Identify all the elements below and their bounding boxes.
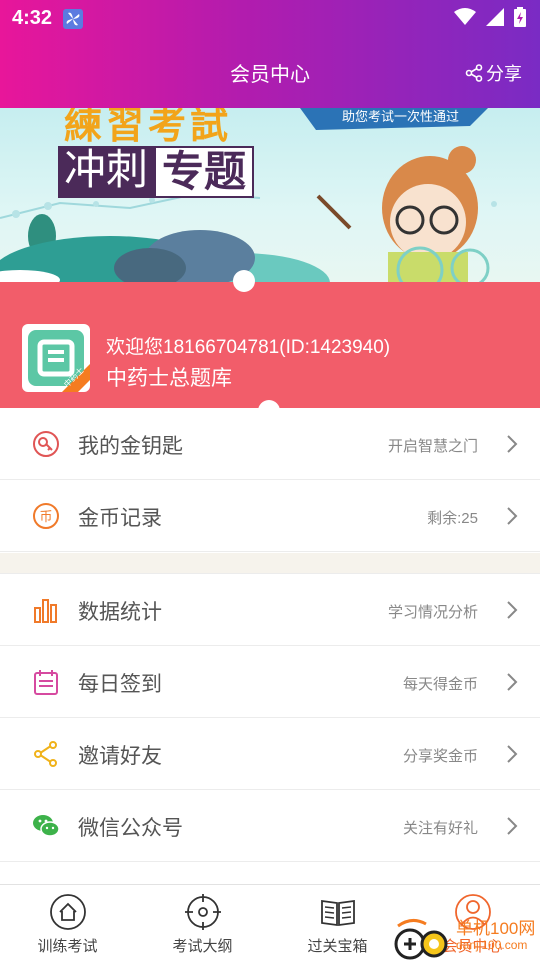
menu-item-golden-key[interactable]: 我的金钥匙 开启智慧之门 bbox=[0, 408, 540, 480]
menu-hint: 剩余:25 bbox=[427, 510, 478, 527]
menu-hint: 分享奖金币 bbox=[402, 748, 478, 765]
tab-label: 过关宝箱 bbox=[307, 938, 368, 955]
wifi-icon bbox=[454, 8, 476, 25]
tab-exam-outline[interactable]: 考试大纲 bbox=[135, 885, 270, 960]
chevron-right-icon bbox=[507, 601, 518, 619]
menu-item-wechat-account[interactable]: 微信公众号 关注有好礼 bbox=[0, 790, 540, 862]
book-icon bbox=[321, 899, 355, 927]
page-title: 会员中心 bbox=[230, 64, 310, 86]
battery-icon bbox=[514, 7, 526, 27]
menu-item-daily-checkin[interactable]: 每日签到 每天得金币 bbox=[0, 646, 540, 718]
banner-tagline: 助您考试一次性通过 bbox=[342, 109, 460, 124]
fan-icon bbox=[63, 9, 83, 29]
status-time: 4:32 bbox=[12, 7, 53, 29]
menu-label: 我的金钥匙 bbox=[78, 435, 183, 458]
menu-group-wallet: 我的金钥匙 开启智慧之门 币 金币记录 剩余:25 bbox=[0, 408, 540, 552]
menu-label: 微信公众号 bbox=[78, 817, 183, 840]
signal-icon bbox=[486, 8, 504, 26]
menu-hint: 学习情况分析 bbox=[387, 604, 478, 621]
share-label: 分享 bbox=[486, 64, 522, 84]
question-bank-name: 中药士总题库 bbox=[106, 367, 232, 390]
menu-label: 每日签到 bbox=[78, 673, 162, 696]
menu-item-statistics[interactable]: 数据统计 学习情况分析 bbox=[0, 574, 540, 646]
target-icon bbox=[185, 894, 221, 930]
menu-group-tools: 数据统计 学习情况分析 每日签到 每天得金币 邀请好友 分享奖金币 微信公众号 bbox=[0, 573, 540, 862]
banner-headline: 冲刺 专题 bbox=[58, 146, 255, 198]
chevron-right-icon bbox=[507, 435, 518, 453]
menu-label: 金币记录 bbox=[78, 507, 162, 530]
share-icon bbox=[34, 741, 57, 767]
menu-item-coin-record[interactable]: 币 金币记录 剩余:25 bbox=[0, 480, 540, 552]
bar-chart-icon bbox=[34, 599, 57, 623]
share-button[interactable]: 分享 bbox=[465, 60, 522, 86]
tab-label: 考试大纲 bbox=[172, 938, 233, 955]
home-icon bbox=[50, 894, 86, 930]
wechat-icon bbox=[33, 815, 60, 837]
status-icons bbox=[454, 7, 526, 27]
promo-banner[interactable]: 練習考試 助您考试一次性通过 冲刺 专题 bbox=[0, 108, 540, 282]
share-icon bbox=[465, 64, 483, 82]
menu-label: 数据统计 bbox=[78, 601, 162, 624]
coin-icon: 币 bbox=[33, 503, 59, 529]
app-logo-icon bbox=[28, 330, 90, 392]
menu-hint: 关注有好礼 bbox=[402, 820, 478, 837]
watermark-logo-icon bbox=[394, 919, 448, 960]
chevron-right-icon bbox=[507, 817, 518, 835]
app-header: 4:32 会员中心 分享 bbox=[0, 0, 540, 108]
chevron-right-icon bbox=[507, 673, 518, 691]
section-divider bbox=[0, 553, 540, 573]
welcome-text: 欢迎您18166704781(ID:1423940) bbox=[106, 337, 391, 358]
chevron-right-icon bbox=[507, 745, 518, 763]
watermark-url: danji100.com bbox=[456, 938, 528, 952]
avatar[interactable]: 中药士 bbox=[22, 324, 90, 392]
tab-training-exam[interactable]: 训练考试 bbox=[0, 885, 135, 960]
banner-line2b: 专题 bbox=[154, 146, 255, 198]
chevron-right-icon bbox=[507, 507, 518, 525]
status-bar: 4:32 bbox=[0, 0, 540, 36]
profile-card: 中药士 欢迎您18166704781(ID:1423940) 中药士总题库 bbox=[0, 270, 540, 414]
svg-text:币: 币 bbox=[39, 510, 52, 525]
menu-hint: 每天得金币 bbox=[402, 676, 478, 693]
menu-hint: 开启智慧之门 bbox=[387, 438, 478, 455]
menu-item-invite-friends[interactable]: 邀请好友 分享奖金币 bbox=[0, 718, 540, 790]
site-watermark: 单机100网 danji100.com bbox=[392, 914, 540, 960]
banner-line2a: 冲刺 bbox=[58, 146, 155, 198]
key-icon bbox=[33, 431, 59, 457]
tab-treasure-box[interactable]: 过关宝箱 bbox=[270, 885, 405, 960]
menu-label: 邀请好友 bbox=[78, 745, 162, 768]
watermark-text: 单机100网 bbox=[456, 919, 536, 938]
calendar-icon bbox=[34, 670, 58, 695]
tab-label: 训练考试 bbox=[37, 938, 98, 955]
banner-line1: 練習考試 bbox=[64, 108, 233, 147]
